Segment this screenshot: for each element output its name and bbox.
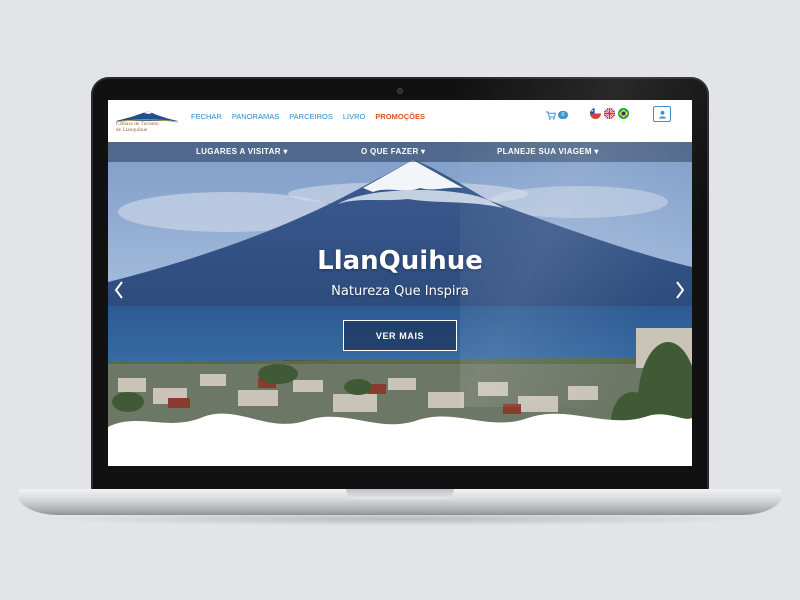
nav-item-promocoes[interactable]: PROMOÇÕES: [375, 112, 425, 121]
subnav-item-o-que-fazer[interactable]: O QUE FAZER ▾: [361, 147, 425, 156]
subnav-item-lugares[interactable]: LUGARES A VISITAR ▾: [196, 147, 288, 156]
secondary-nav: LUGARES A VISITAR ▾ O QUE FAZER ▾ PLANEJ…: [108, 142, 692, 162]
camera-icon: [397, 88, 403, 94]
subnav-item-planeje[interactable]: PLANEJE SUA VIAGEM ▾: [497, 147, 599, 156]
nav-item-fechar[interactable]: FECHAR: [191, 112, 222, 121]
hero-slider: LUGARES A VISITAR ▾ O QUE FAZER ▾ PLANEJ…: [108, 142, 692, 466]
nav-item-livro[interactable]: LIVRO: [343, 112, 366, 121]
laptop-screen: Camara de Turismo de Llanquihue FECHAR P…: [108, 100, 692, 466]
hero-image: [108, 142, 692, 466]
logo-text: Camara de Turismo de Llanquihue: [116, 122, 180, 133]
flag-uk-icon[interactable]: [604, 108, 615, 119]
logo-line-2: de Llanquihue: [116, 127, 148, 133]
hero-title: LlanQuihue: [317, 246, 483, 276]
nav-item-panoramas[interactable]: PANORAMAS: [232, 112, 279, 121]
nav-item-parceiros[interactable]: PARCEIROS: [289, 112, 333, 121]
site-header: Camara de Turismo de Llanquihue FECHAR P…: [108, 100, 692, 142]
site-logo[interactable]: Camara de Turismo de Llanquihue: [114, 109, 180, 135]
slider-next-button[interactable]: [673, 278, 687, 302]
flag-brazil-icon[interactable]: [618, 108, 629, 119]
cart-button[interactable]: 0: [546, 109, 568, 121]
language-selector: [590, 108, 629, 119]
chevron-left-icon: [114, 281, 123, 299]
cart-icon: [546, 111, 556, 120]
cart-count-badge: 0: [558, 111, 568, 119]
slider-prev-button[interactable]: [112, 278, 126, 302]
main-nav: FECHAR PANORAMAS PARCEIROS LIVRO PROMOÇÕ…: [191, 112, 425, 121]
ver-mais-button[interactable]: VER MAIS: [343, 320, 457, 351]
hero-subtitle: Natureza Que Inspira: [331, 284, 469, 299]
flag-chile-icon[interactable]: [590, 108, 601, 119]
user-icon: [658, 110, 666, 118]
chevron-right-icon: [676, 281, 685, 299]
user-account-button[interactable]: [653, 106, 671, 122]
logo-mountain-icon: [115, 111, 179, 123]
laptop-notch: [346, 489, 454, 499]
